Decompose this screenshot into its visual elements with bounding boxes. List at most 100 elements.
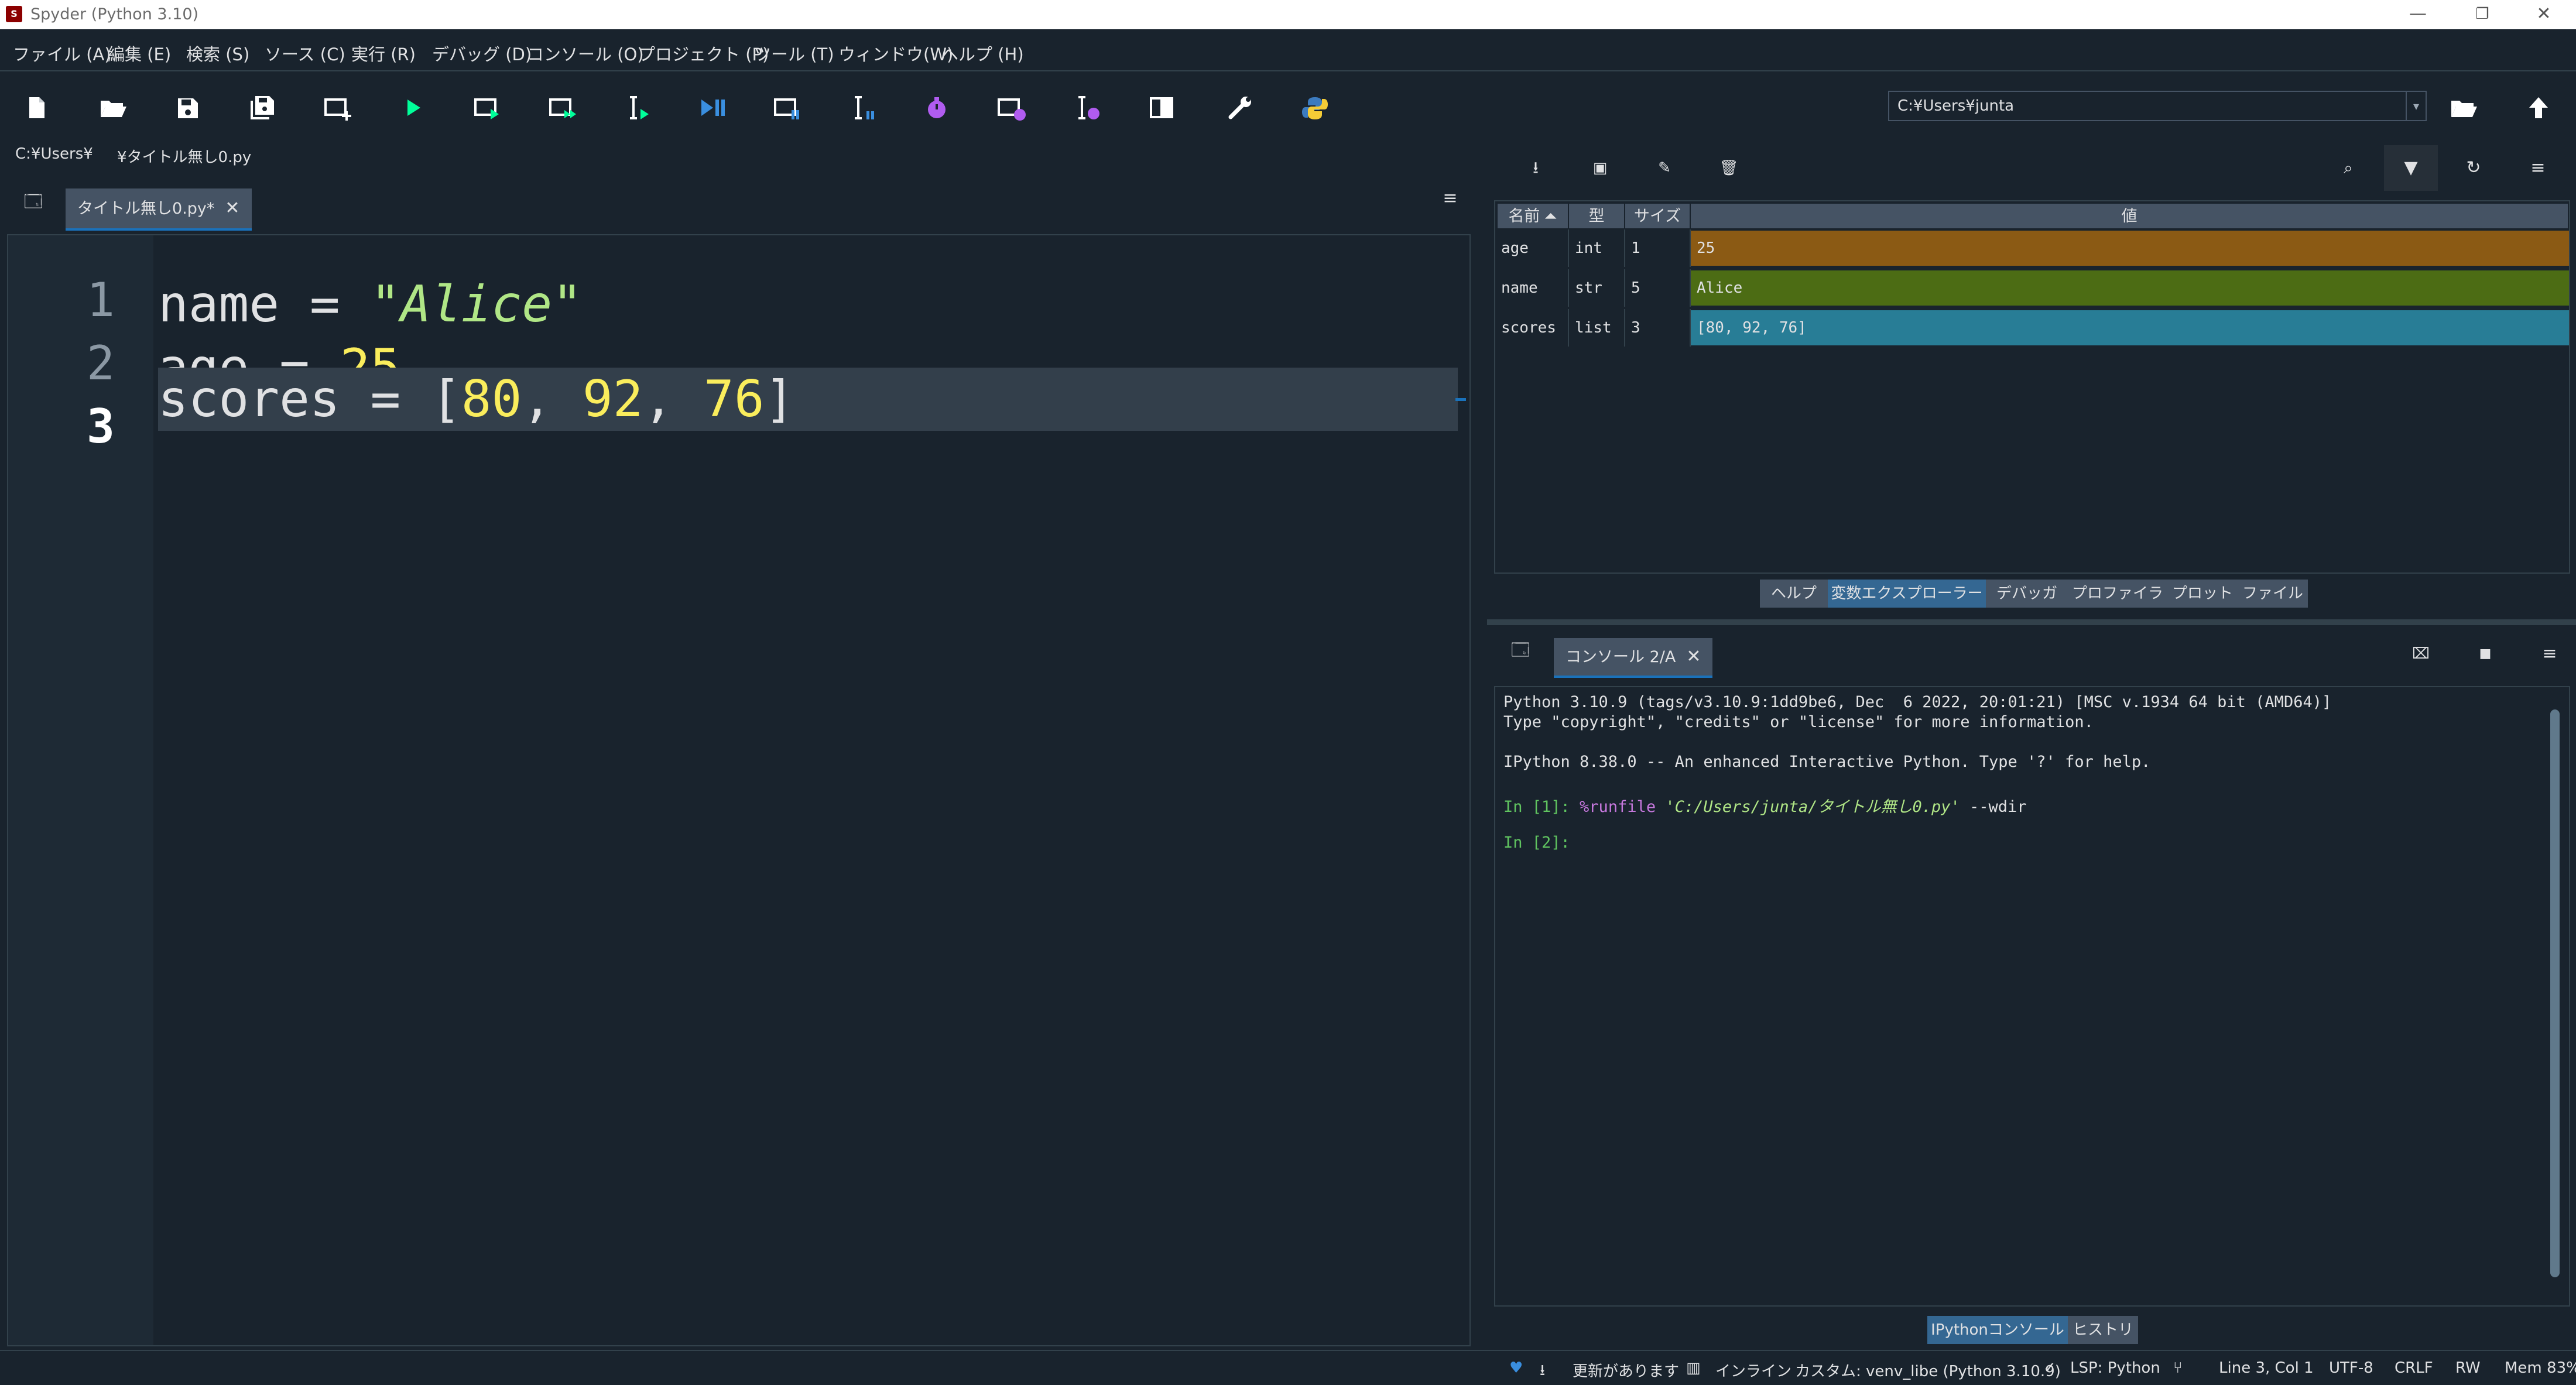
close-tab-icon[interactable]: ✕ — [1686, 646, 1701, 667]
profile-icon[interactable] — [918, 89, 955, 126]
search-icon[interactable]: ⌕ — [2335, 155, 2362, 181]
import-data-icon[interactable]: ⭳ — [1522, 155, 1549, 181]
var-size: 1 — [1625, 229, 1691, 267]
open-folder-icon[interactable] — [94, 89, 131, 126]
var-value[interactable]: 25 — [1691, 231, 2569, 266]
menu-help[interactable]: ヘルプ (H) — [941, 41, 1024, 66]
breadcrumb-file[interactable]: ¥タイトル無し0.py — [117, 145, 251, 167]
line-number-gutter: 1 2 3 — [8, 235, 153, 1345]
menu-source[interactable]: ソース (C) — [265, 41, 345, 66]
options-menu-icon[interactable]: ≡ — [2524, 155, 2551, 181]
status-eol: CRLF — [2395, 1359, 2433, 1377]
breadcrumb: C:¥Users¥ ¥タイトル無し0.py — [0, 140, 1481, 170]
console-scrollbar[interactable] — [2548, 694, 2562, 1297]
restore-button[interactable]: ❐ — [2453, 0, 2512, 29]
menu-search[interactable]: 検索 (S) — [186, 41, 249, 66]
filter-icon[interactable]: ▼ — [2384, 145, 2438, 191]
new-file-icon[interactable] — [18, 89, 55, 126]
tab-profiler[interactable]: プロファイラ — [2068, 580, 2169, 608]
debug-selection-icon[interactable] — [843, 89, 881, 126]
close-window-button[interactable]: ✕ — [2515, 0, 2573, 29]
heart-icon: ♥ — [1509, 1359, 1523, 1377]
debug-icon[interactable] — [693, 89, 731, 126]
console-prompt: In [1]: — [1503, 798, 1580, 816]
column-header-value[interactable]: 値 — [1691, 204, 2568, 228]
menu-window[interactable]: ウィンドウ(W) — [838, 41, 953, 66]
menu-project[interactable]: プロジェクト (P) — [638, 41, 769, 66]
status-env[interactable]: カスタム: venv_libe (Python 3.10.9) — [1795, 1359, 2061, 1381]
clear-console-icon[interactable]: ⌧ — [2407, 640, 2434, 667]
ipython-console[interactable]: Python 3.10.9 (tags/v3.10.9:1dd9be6, Dec… — [1494, 686, 2570, 1307]
tab-label: コンソール 2/A — [1566, 648, 1676, 666]
menu-run[interactable]: 実行 (R) — [351, 41, 416, 66]
var-value[interactable]: [80, 92, 76] — [1691, 310, 2569, 345]
python-path-icon[interactable] — [1296, 89, 1334, 126]
maximize-pane-icon[interactable] — [1143, 89, 1180, 126]
console-pane-tabs: IPythonコンソール ヒストリ — [1927, 1316, 2139, 1344]
minimize-button[interactable]: — — [2389, 0, 2447, 29]
run-icon[interactable] — [393, 89, 431, 126]
column-header-type[interactable]: 型 — [1569, 204, 1624, 228]
code-bracket: ] — [764, 370, 795, 428]
debug-cell-icon[interactable] — [768, 89, 806, 126]
browse-tabs-icon[interactable]: 🗔 — [20, 188, 47, 215]
stop-icon[interactable]: ■ — [2472, 640, 2499, 667]
tab-plots[interactable]: プロット — [2167, 580, 2239, 608]
column-header-name[interactable]: 名前 ⏶ — [1498, 204, 1568, 228]
remove-all-icon[interactable]: 🗑 — [1715, 155, 1742, 181]
tab-debugger[interactable]: デバッガ — [1986, 580, 2069, 608]
tab-variable-explorer[interactable]: 変数エクスプローラー — [1828, 580, 1987, 608]
chevron-down-icon[interactable]: ▾ — [2406, 92, 2426, 120]
tab-ipython-console[interactable]: IPythonコンソール — [1927, 1316, 2069, 1344]
status-cursor: Line 3, Col 1 — [2219, 1359, 2314, 1377]
tab-console[interactable]: コンソール 2/A ✕ — [1554, 638, 1713, 678]
console-output-line: IPython 8.38.0 -- An enhanced Interactiv… — [1503, 753, 2151, 771]
options-menu-icon[interactable]: ≡ — [1437, 185, 1464, 212]
var-name: age — [1495, 229, 1569, 267]
profile-selection-icon[interactable] — [1068, 89, 1105, 126]
menu-edit[interactable]: 編集 (E) — [108, 41, 171, 66]
refresh-icon[interactable]: ↻ — [2460, 155, 2487, 181]
var-name: scores — [1495, 309, 1569, 347]
tab-files[interactable]: ファイル — [2238, 580, 2309, 608]
browse-folder-icon[interactable] — [2444, 89, 2482, 126]
close-tab-icon[interactable]: ✕ — [225, 198, 239, 218]
scrollbar-thumb[interactable] — [2550, 709, 2560, 1277]
run-cell-icon[interactable] — [468, 89, 506, 126]
status-lsp[interactable]: LSP: Python — [2070, 1359, 2160, 1377]
tab-help[interactable]: ヘルプ — [1760, 580, 1829, 608]
status-mem: Mem 83% — [2505, 1359, 2576, 1377]
code-number: 80 — [461, 370, 522, 428]
window-title: Spyder (Python 3.10) — [30, 5, 199, 23]
breadcrumb-root[interactable]: C:¥Users¥ — [15, 145, 93, 163]
parent-directory-icon[interactable] — [2520, 89, 2557, 126]
console-args: --wdir — [1960, 798, 2027, 816]
menu-debug[interactable]: デバッグ (D) — [432, 41, 532, 66]
menu-file[interactable]: ファイル (A) — [13, 41, 111, 66]
code-editor[interactable]: 1 2 3 name = "Alice" age = 25 scores = [… — [7, 234, 1471, 1346]
line-number-current: 3 — [86, 399, 115, 454]
working-directory-combo[interactable]: C:¥Users¥junta ▾ — [1888, 91, 2427, 121]
run-selection-icon[interactable] — [618, 89, 656, 126]
column-header-size[interactable]: サイズ — [1625, 204, 1690, 228]
console-path: 'C:/Users/junta/タイトル無し0.py' — [1665, 798, 1960, 816]
browse-tabs-icon[interactable]: 🗔 — [1507, 637, 1534, 664]
status-inline[interactable]: インライン — [1715, 1359, 1791, 1381]
profile-cell-icon[interactable] — [993, 89, 1030, 126]
new-cell-icon[interactable] — [318, 89, 356, 126]
menu-tools[interactable]: ツール (T) — [754, 41, 834, 66]
status-update[interactable]: 更新があります — [1573, 1359, 1679, 1381]
var-size: 5 — [1625, 269, 1691, 307]
save-data-as-icon[interactable]: ✎ — [1651, 155, 1678, 181]
save-data-icon[interactable]: ▣ — [1587, 155, 1614, 181]
menu-console[interactable]: コンソール (O) — [527, 41, 644, 66]
run-cell-advance-icon[interactable] — [543, 89, 581, 126]
options-menu-icon[interactable]: ≡ — [2536, 640, 2563, 667]
tab-history[interactable]: ヒストリ — [2068, 1316, 2139, 1344]
tab-editor-file[interactable]: タイトル無し0.py* ✕ — [66, 188, 252, 231]
save-icon[interactable] — [169, 89, 206, 126]
code-line: name = "Alice" — [158, 273, 583, 336]
preferences-wrench-icon[interactable] — [1221, 89, 1259, 126]
var-value[interactable]: Alice — [1691, 270, 2569, 306]
save-all-icon[interactable] — [244, 89, 281, 126]
